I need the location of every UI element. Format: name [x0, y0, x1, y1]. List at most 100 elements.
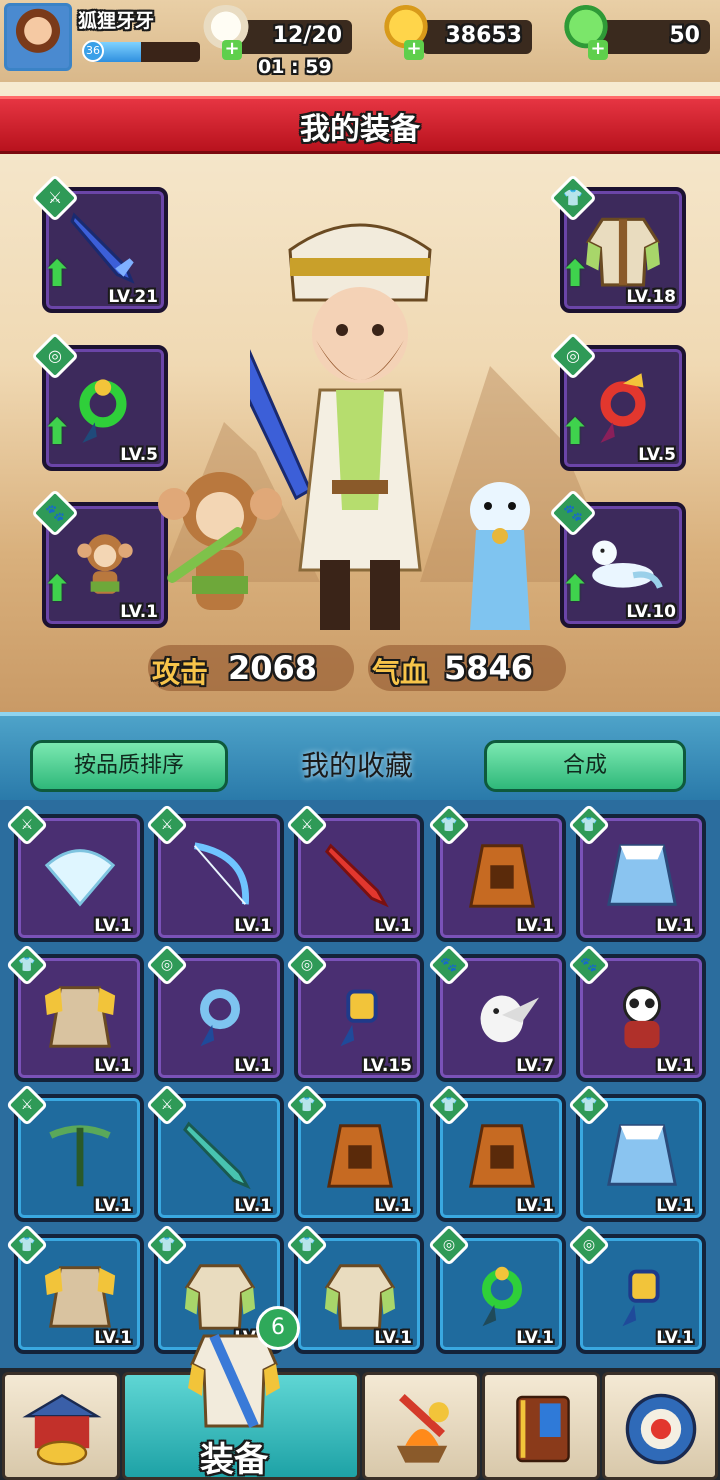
gold-value: 38653	[445, 23, 522, 48]
collection-item[interactable]: 👕LV.1	[427, 803, 566, 942]
settings-icon	[625, 1393, 697, 1465]
cloak-item-icon	[469, 1124, 535, 1188]
item-level: LV.1	[234, 1196, 272, 1216]
collection-item[interactable]: 🐾 LV.7	[427, 943, 566, 1082]
collection-item[interactable]: ◎ LV.1	[145, 943, 284, 1082]
collection-item[interactable]: ⚔ LV.1	[5, 803, 144, 942]
equip-slot-pet-2[interactable]: 🐾 ⬆ LV.10	[548, 488, 686, 628]
item-level: LV.1	[374, 916, 412, 936]
fan-item-icon	[44, 849, 116, 907]
collection-item[interactable]: 👕LV.1	[285, 1223, 424, 1354]
monkey-pet-icon	[77, 534, 133, 594]
robe-armor-icon	[585, 217, 661, 287]
item-level: LV.1	[516, 916, 554, 936]
add-stamina-button[interactable]: +	[222, 40, 242, 60]
white-ferret-pet-icon	[592, 540, 663, 589]
forge-icon	[396, 1393, 449, 1463]
upgrade-arrow-icon: ⬆	[560, 412, 591, 453]
item-level: LV.1	[94, 1196, 132, 1216]
equipment-count-badge: 6	[256, 1306, 300, 1350]
greenjade-item-icon	[482, 1266, 522, 1327]
collection-item[interactable]: 👕LV.1	[5, 1223, 144, 1354]
item-level: LV.1	[234, 1056, 272, 1076]
collection-item[interactable]: ⚔ LV.1	[285, 803, 424, 942]
attack-label: 攻击	[152, 656, 209, 689]
monkey-companion	[158, 472, 282, 610]
collection-item[interactable]: 👕LV.1	[567, 1083, 706, 1222]
item-level: LV.7	[516, 1056, 554, 1076]
collection-item[interactable]: 👕LV.1	[285, 1083, 424, 1222]
equip-slot-weapon[interactable]: ⚔ ⬆ LV.21	[30, 173, 168, 313]
synthesize-button[interactable]: 合成	[484, 740, 686, 792]
slot-level: LV.5	[638, 445, 676, 465]
gold-counter[interactable]: 38653	[422, 20, 532, 54]
collection-item[interactable]: 👕LV.1	[567, 803, 706, 942]
upgrade-arrow-icon: ⬆	[560, 569, 591, 610]
book-icon	[516, 1395, 570, 1463]
equip-slot-armor[interactable]: 👕 ⬆ LV.18	[548, 173, 686, 313]
item-level: LV.1	[234, 916, 272, 936]
nav-tab-book[interactable]	[482, 1372, 600, 1480]
upgrade-arrow-icon: ⬆	[42, 412, 73, 453]
nav-tab-shop[interactable]	[2, 1372, 120, 1480]
collection-item[interactable]: ◎ LV.1	[567, 1223, 706, 1354]
item-level: LV.1	[94, 916, 132, 936]
dagger-item-icon	[324, 843, 389, 908]
item-level: LV.1	[516, 1328, 554, 1348]
item-level: LV.1	[516, 1196, 554, 1216]
player-name: 狐狸牙牙	[78, 10, 155, 32]
bluejade-item-icon	[200, 989, 240, 1047]
collection-title: 我的收藏	[300, 749, 413, 782]
owl-item-icon	[480, 995, 540, 1043]
cloak-item-icon	[469, 844, 535, 908]
collection-item[interactable]: ◎ LV.15	[285, 943, 424, 1082]
slot-level: LV.18	[626, 287, 676, 307]
xp-bar	[92, 42, 200, 62]
shop-icon	[22, 1394, 102, 1466]
item-level: LV.1	[656, 1056, 694, 1076]
furcoat-item-icon	[607, 1124, 677, 1186]
attack-stat: 攻击 2068	[148, 645, 354, 691]
sort-by-quality-button[interactable]: 按品质排序	[30, 740, 228, 792]
item-level: LV.1	[374, 1328, 412, 1348]
nav-active-label: 装备	[200, 1440, 268, 1480]
player-avatar[interactable]	[4, 3, 72, 71]
item-level: LV.1	[374, 1196, 412, 1216]
goldarmor-item-icon	[44, 986, 116, 1048]
add-gem-button[interactable]: +	[588, 40, 608, 60]
gem-counter[interactable]: 50	[600, 20, 710, 54]
stamina-value: 12/20	[272, 23, 342, 48]
add-gold-button[interactable]: +	[404, 40, 424, 60]
stamina-timer: 01 : 59	[258, 56, 332, 78]
slot-level: LV.10	[626, 602, 676, 622]
level-badge: 36	[82, 40, 104, 62]
blue-sword-icon	[70, 212, 135, 284]
goldjade-item-icon	[340, 989, 378, 1047]
item-level: LV.15	[362, 1056, 412, 1076]
collection-item[interactable]: ⚔ LV.1	[145, 803, 284, 942]
panda-item-icon	[622, 986, 662, 1049]
furcoat-item-icon	[607, 844, 677, 906]
nav-tab-settings[interactable]	[602, 1372, 718, 1480]
collection-item[interactable]: ⚔ LV.1	[145, 1083, 284, 1222]
slot-level: LV.21	[108, 287, 158, 307]
cloak-item-icon	[327, 1124, 393, 1188]
ferret-companion	[470, 482, 530, 630]
gem-value: 50	[669, 23, 700, 48]
collection-item[interactable]: ⚔ LV.1	[5, 1083, 144, 1222]
item-level: LV.1	[656, 1328, 694, 1348]
collection-item[interactable]: ◎ LV.1	[427, 1223, 566, 1354]
nav-tab-forge[interactable]	[362, 1372, 480, 1480]
equipment-title: 我的装备	[300, 112, 420, 147]
upgrade-arrow-icon: ⬆	[560, 254, 591, 295]
red-jade-amulet-icon	[600, 373, 646, 443]
greenblade-item-icon	[183, 1121, 251, 1190]
collection-item[interactable]: 👕LV.1	[5, 943, 144, 1082]
collection-item[interactable]: 👕LV.1	[427, 1083, 566, 1222]
attack-value: 2068	[228, 649, 318, 687]
hp-stat: 气血 5846	[368, 645, 566, 691]
upgrade-arrow-icon: ⬆	[42, 569, 73, 610]
equip-slot-amulet-2[interactable]: ◎ ⬆ LV.5	[548, 331, 686, 471]
crossbow-item-icon	[49, 1125, 111, 1187]
collection-item[interactable]: 🐾 LV.1	[567, 943, 706, 1082]
